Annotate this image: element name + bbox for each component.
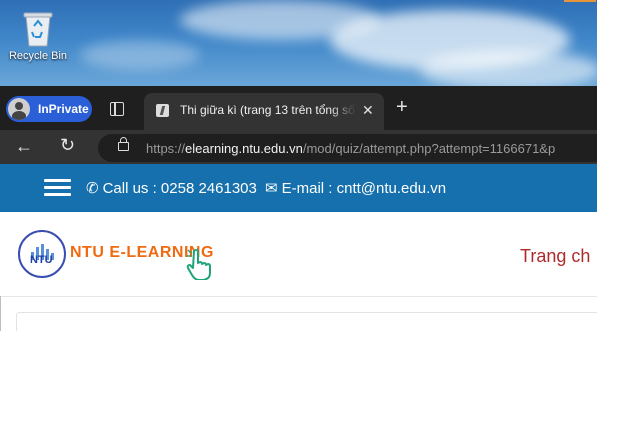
taskbar-edge <box>564 0 596 2</box>
tabs-icon[interactable] <box>110 102 124 116</box>
address-bar[interactable]: https://elearning.ntu.edu.vn/mod/quiz/at… <box>98 134 597 162</box>
logo-text: NTU <box>30 254 53 266</box>
desktop-wallpaper: Recycle Bin <box>0 0 597 86</box>
favicon-icon <box>156 104 169 117</box>
close-icon[interactable]: ✕ <box>362 102 374 119</box>
nav-home-link[interactable]: Trang ch <box>520 246 590 267</box>
contact-bar: ✆ Call us : 0258 2461303 ✉ E-mail : cntt@n… <box>0 164 597 212</box>
back-icon[interactable]: ← <box>15 136 33 157</box>
ntu-logo[interactable]: NTU <box>18 230 66 278</box>
url-path: /mod/quiz/attempt.php?attempt=1166671&p <box>302 141 556 156</box>
recycle-bin-shortcut[interactable]: Recycle Bin <box>6 8 70 62</box>
content-card <box>16 312 597 331</box>
url-host: elearning.ntu.edu.vn <box>185 141 303 156</box>
recycle-bin-label: Recycle Bin <box>8 50 68 62</box>
reload-icon[interactable]: ↻ <box>60 135 75 156</box>
contact-info: ✆ Call us : 0258 2461303 ✉ E-mail : cntt@n… <box>86 179 446 197</box>
email-text: E-mail : cntt@ntu.edu.vn <box>281 180 447 197</box>
tab-active[interactable]: Thi giữa kì (trang 13 trên tổng số ✕ <box>144 93 384 130</box>
inprivate-button[interactable]: InPrivate <box>6 96 92 122</box>
avatar <box>8 98 30 120</box>
phone-text: Call us : 0258 2461303 <box>102 180 257 197</box>
inprivate-label: InPrivate <box>38 102 89 116</box>
recycle-bin-icon <box>23 12 53 47</box>
hamburger-icon[interactable] <box>44 179 71 197</box>
hand-pointer-icon <box>186 248 211 280</box>
address-toolbar: ← ↻ https://elearning.ntu.edu.vn/mod/qui… <box>0 130 597 164</box>
web-page: ✆ Call us : 0258 2461303 ✉ E-mail : cntt@n… <box>0 164 597 331</box>
browser-window: InPrivate Thi giữa kì (trang 13 trên tổn… <box>0 86 597 331</box>
page-border <box>0 296 1 331</box>
new-tab-icon[interactable]: + <box>396 97 408 117</box>
url-prefix: https:// <box>146 141 186 156</box>
phone-icon: ✆ <box>86 180 99 197</box>
url-text[interactable]: https://elearning.ntu.edu.vn/mod/quiz/at… <box>146 141 555 156</box>
mail-icon: ✉ <box>265 180 278 197</box>
lock-icon[interactable] <box>118 137 129 151</box>
tab-bar: InPrivate Thi giữa kì (trang 13 trên tổn… <box>0 86 597 130</box>
site-header: NTU NTU E-LEARNING Trang ch <box>0 212 597 297</box>
tab-title: Thi giữa kì (trang 13 trên tổng số <box>180 103 355 117</box>
